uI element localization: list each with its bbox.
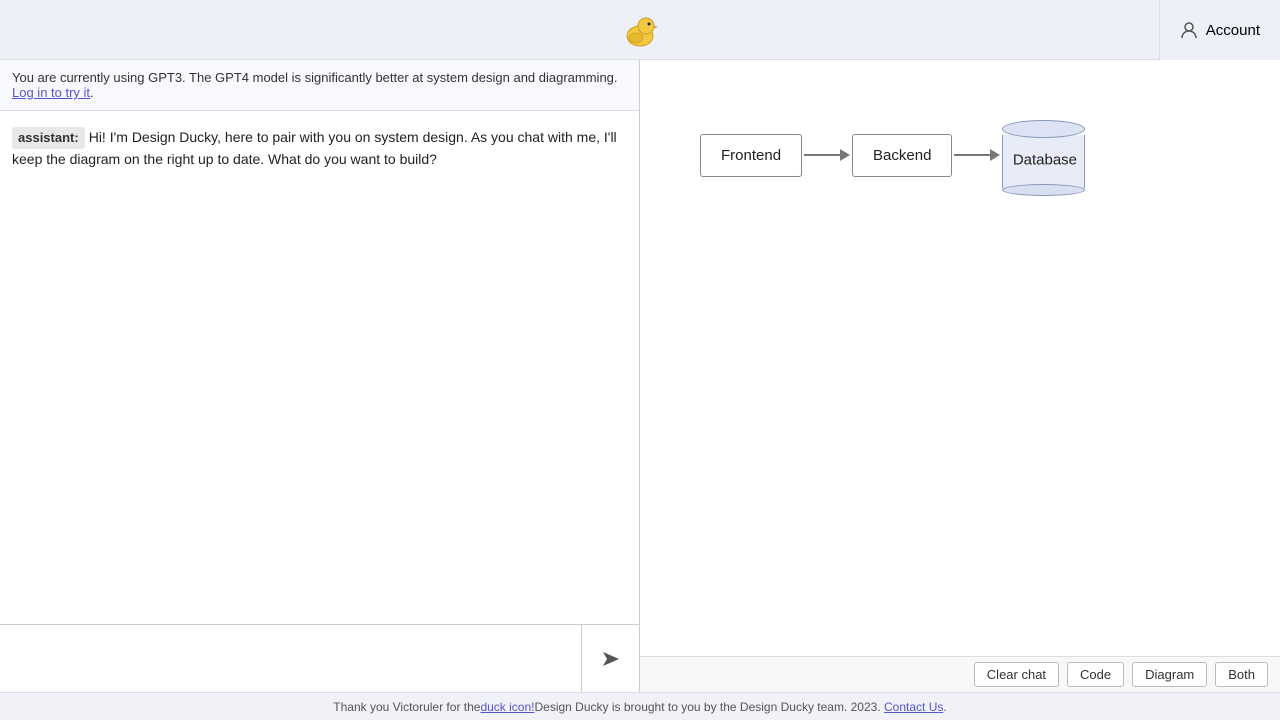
footer-contact-link[interactable]: Contact Us <box>884 700 943 714</box>
header: Account <box>0 0 1280 60</box>
diagram-container: Frontend Backend <box>700 120 1087 190</box>
node-database-label: Database <box>1013 152 1077 169</box>
arrow-head-2 <box>990 149 1000 161</box>
code-button[interactable]: Code <box>1067 662 1124 687</box>
left-panel: You are currently using GPT3. The GPT4 m… <box>0 60 640 692</box>
arrow-backend-database <box>954 149 1000 161</box>
duck-logo-icon <box>616 6 664 54</box>
diagram-button[interactable]: Diagram <box>1132 662 1207 687</box>
node-frontend-label: Frontend <box>721 147 781 164</box>
cylinder-top-ellipse <box>1002 120 1085 138</box>
diagram-node-backend: Backend <box>852 134 952 177</box>
arrow-frontend-backend <box>804 149 850 161</box>
banner-text: You are currently using GPT3. The GPT4 m… <box>12 70 618 85</box>
chat-message: assistant:Hi! I'm Design Ducky, here to … <box>12 127 627 170</box>
footer-duck-link[interactable]: duck icon! <box>480 700 534 714</box>
account-icon <box>1180 21 1198 39</box>
banner-login-link[interactable]: Log in to try it <box>12 85 90 100</box>
send-icon <box>601 649 621 669</box>
banner-period: . <box>90 85 94 100</box>
right-panel: Frontend Backend <box>640 60 1280 692</box>
message-content: Hi! I'm Design Ducky, here to pair with … <box>12 129 617 167</box>
chat-input[interactable] <box>0 625 581 692</box>
both-button[interactable]: Both <box>1215 662 1268 687</box>
diagram-area: Frontend Backend <box>640 60 1280 656</box>
cylinder-bottom-ellipse <box>1002 184 1085 196</box>
input-area <box>0 624 639 692</box>
clear-chat-button[interactable]: Clear chat <box>974 662 1059 687</box>
arrow-line-2 <box>954 154 990 156</box>
arrow-line <box>804 154 840 156</box>
message-role-label: assistant: <box>12 127 85 149</box>
account-label: Account <box>1206 22 1260 39</box>
footer-text-before: Thank you Victoruler for the <box>333 700 480 714</box>
footer: Thank you Victoruler for the duck icon! … <box>0 692 1280 720</box>
arrow-head <box>840 149 850 161</box>
banner: You are currently using GPT3. The GPT4 m… <box>0 60 639 111</box>
diagram-node-database: Database <box>1002 120 1087 190</box>
node-backend-label: Backend <box>873 147 931 164</box>
send-button[interactable] <box>581 625 639 692</box>
footer-end-period: . <box>943 700 946 714</box>
bottom-toolbar: Clear chat Code Diagram Both <box>640 656 1280 692</box>
chat-area: assistant:Hi! I'm Design Ducky, here to … <box>0 111 639 624</box>
logo <box>616 6 664 54</box>
main-content: You are currently using GPT3. The GPT4 m… <box>0 60 1280 692</box>
diagram-node-frontend: Frontend <box>700 134 802 177</box>
account-button[interactable]: Account <box>1159 0 1280 60</box>
footer-text-after: Design Ducky is brought to you by the De… <box>534 700 880 714</box>
